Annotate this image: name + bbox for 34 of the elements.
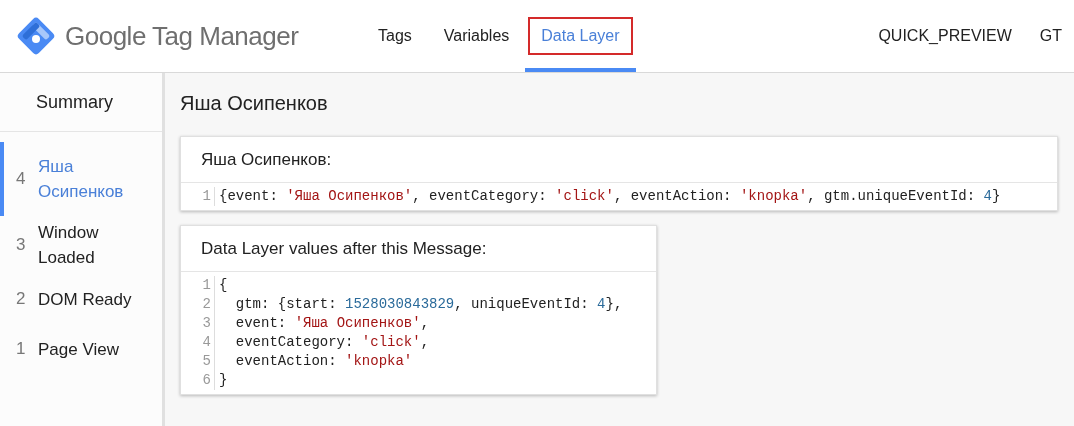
message-number: 2 [16,288,26,311]
line-number: 1 [202,187,211,206]
message-number: 4 [16,168,26,191]
logo-text: Google Tag Manager [65,19,299,53]
nav-tab[interactable]: Variables [432,19,521,53]
code-line: eventCategory: 'click', [234,333,431,352]
message-item[interactable]: 1 Page View [0,324,162,374]
code-line: event: 'Яша Осипенков', [234,314,431,333]
message-label: Window Loaded [38,222,100,269]
line-number: 3 [202,314,211,333]
message-label: Яша Осипенков [38,156,125,203]
message-item[interactable]: 2 DOM Ready [0,274,162,324]
code-line: {event: 'Яша Осипенков', eventCategory: 'click', eventAction: 'knopka', gtm.uniqueEventId: 4} [219,187,1001,206]
header-link[interactable]: GT [1039,24,1062,48]
message-label: DOM Ready [38,288,133,311]
message-number: 1 [16,338,26,361]
line-number: 4 [202,333,211,352]
card-title: Яша Осипенков: [181,137,1057,183]
line-number: 5 [202,352,211,371]
card-title: Data Layer values after this Message: [181,226,656,272]
nav-tab[interactable]: Data Layer [530,19,631,53]
line-number: 1 [202,276,211,295]
code-line: eventAction: 'knopka' [234,352,414,371]
line-number: 2 [202,295,211,314]
header-link[interactable]: QUICK_PREVIEW [878,24,1012,48]
page-title: Яша Осипенков [180,91,329,116]
code-line: } [219,371,229,390]
nav-tab[interactable]: Tags [367,19,423,53]
message-number: 3 [16,234,26,257]
code-line: { [219,276,229,295]
line-number: 6 [202,371,211,390]
message-label: Page View [38,338,120,361]
code-line: gtm: {start: 1528030843829, uniqueEventId: 4}, [234,295,623,314]
summary-link[interactable]: Summary [36,88,113,116]
